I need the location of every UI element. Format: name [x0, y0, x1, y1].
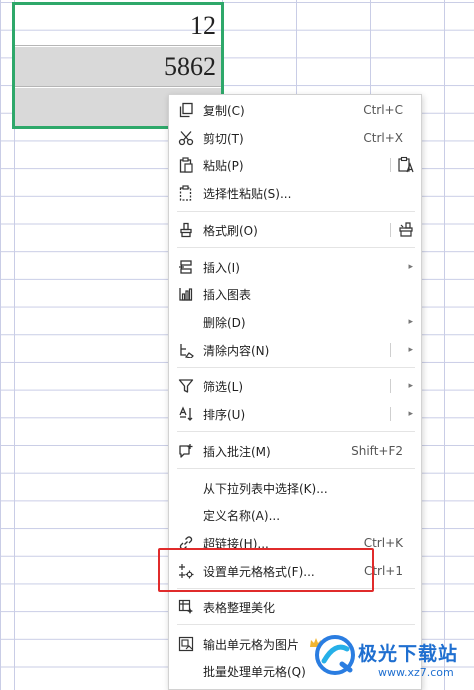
menu-label: 批量处理单元格(Q) [203, 664, 306, 679]
menu-item-filter[interactable]: 筛选(L) ▸ [169, 373, 421, 399]
menu-item-define-name[interactable]: 定义名称(A)... [169, 502, 421, 528]
shortcut-label: Ctrl+C [363, 103, 403, 117]
menu-label: 删除(D) [203, 315, 246, 330]
menu-label: 插入图表 [203, 287, 252, 302]
menu-label: 复制(C) [203, 103, 245, 118]
menu-item-insert-chart[interactable]: 插入图表 [169, 281, 421, 307]
export-image-icon [177, 635, 195, 653]
menu-item-format-painter[interactable]: 格式刷(O) [169, 217, 421, 243]
eraser-icon [177, 341, 195, 359]
menu-label: 筛选(L) [203, 379, 244, 394]
submenu-arrow-icon: ▸ [408, 345, 413, 355]
menu-item-clear-contents[interactable]: 清除内容(N) ▸ [169, 337, 421, 363]
menu-label: 插入(I) [203, 260, 240, 275]
menu-separator [177, 468, 415, 469]
menu-item-paste-special[interactable]: 选择性粘贴(S)... [169, 180, 421, 206]
menu-label: 输出单元格为图片 [203, 637, 300, 652]
menu-separator [177, 367, 415, 368]
menu-label: 选择性粘贴(S)... [203, 186, 292, 201]
menu-item-paste[interactable]: 粘贴(P) [169, 152, 421, 178]
shortcut-label: Ctrl+X [363, 131, 403, 145]
menu-separator [177, 431, 415, 432]
submenu-arrow-icon: ▸ [408, 317, 413, 327]
menu-divider [390, 407, 391, 421]
scissors-icon [177, 129, 195, 147]
menu-item-sort[interactable]: 排序(U) ▸ [169, 401, 421, 427]
filter-icon [177, 377, 195, 395]
menu-divider [390, 343, 391, 357]
menu-label: 定义名称(A)... [203, 508, 281, 523]
menu-separator [177, 211, 415, 212]
comment-icon [177, 442, 195, 460]
cell-row-1[interactable]: 12 [14, 6, 222, 46]
menu-separator [177, 624, 415, 625]
menu-item-cut[interactable]: 剪切(T) Ctrl+X [169, 125, 421, 151]
watermark-name: 极光下载站 [358, 643, 459, 665]
menu-divider [390, 223, 391, 237]
insert-icon [177, 258, 195, 276]
menu-label: 清除内容(N) [203, 343, 270, 358]
menu-label: 排序(U) [203, 407, 246, 422]
brush-icon [177, 221, 195, 239]
menu-divider [390, 158, 391, 172]
submenu-arrow-icon: ▸ [408, 262, 413, 272]
menu-item-insert[interactable]: 插入(I) ▸ [169, 254, 421, 280]
bar-chart-icon [177, 285, 195, 303]
menu-label: 插入批注(M) [203, 444, 271, 459]
menu-item-delete[interactable]: 删除(D) ▸ [169, 309, 421, 335]
menu-label: 格式刷(O) [203, 223, 258, 238]
watermark-url: www.xz7.com [378, 666, 454, 679]
paste-icon [177, 156, 195, 174]
menu-item-pick-from-list[interactable]: 从下拉列表中选择(K)... [169, 475, 421, 501]
submenu-arrow-icon: ▸ [408, 381, 413, 391]
sort-icon [177, 405, 195, 423]
copy-icon [177, 101, 195, 119]
menu-item-table-beautify[interactable]: 表格整理美化 [169, 594, 421, 620]
menu-separator [177, 247, 415, 248]
watermark: 极光下载站 www.xz7.com [312, 632, 472, 688]
menu-item-insert-comment[interactable]: 插入批注(M) Shift+F2 [169, 438, 421, 464]
format-painter-icon[interactable] [397, 221, 415, 239]
shortcut-label: Shift+F2 [351, 444, 403, 458]
paste-special-icon [177, 184, 195, 202]
table-beautify-icon [177, 598, 195, 616]
menu-divider [390, 379, 391, 393]
menu-label: 从下拉列表中选择(K)... [203, 481, 328, 496]
submenu-arrow-icon: ▸ [408, 409, 413, 419]
cell-row-2[interactable]: 5862 [14, 47, 222, 87]
paste-text-icon[interactable] [397, 156, 415, 174]
menu-label: 粘贴(P) [203, 158, 244, 173]
column-divider [444, 0, 445, 690]
menu-label: 表格整理美化 [203, 600, 276, 615]
context-menu: 复制(C) Ctrl+C 剪切(T) Ctrl+X 粘贴(P) 选择性粘贴(S)… [168, 94, 422, 690]
highlight-annotation [158, 548, 374, 592]
menu-item-copy[interactable]: 复制(C) Ctrl+C [169, 97, 421, 123]
watermark-logo-icon [315, 635, 355, 675]
menu-label: 剪切(T) [203, 131, 244, 146]
